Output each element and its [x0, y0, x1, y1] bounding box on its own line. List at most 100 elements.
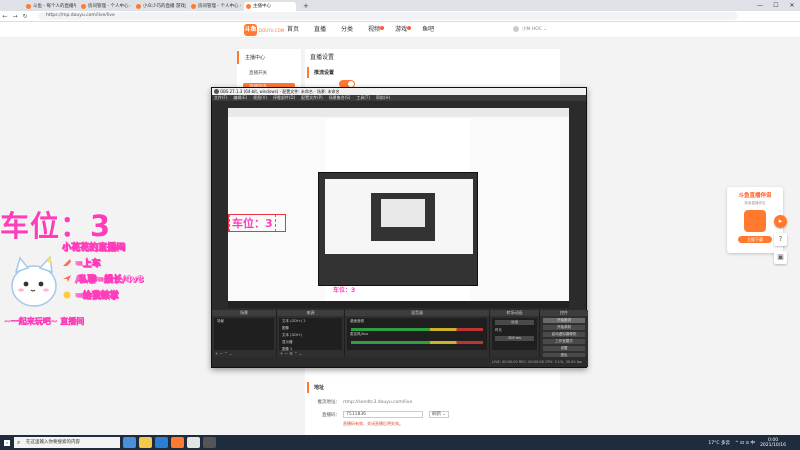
obs-menu-item[interactable]: 场景集合(S) [329, 95, 351, 101]
douyu-icon[interactable] [171, 437, 184, 448]
obs-menu-item[interactable]: 视图(V) [253, 95, 267, 101]
nav-home[interactable]: 首页 [287, 22, 299, 38]
settings-button[interactable]: 设置 [543, 346, 585, 351]
obs-menu-item[interactable]: 文件(F) [214, 95, 227, 101]
code-select[interactable]: 刷新 ⌄ [429, 411, 449, 418]
nav-category[interactable]: 分类 [341, 22, 353, 38]
taskbar-search-input[interactable]: 在这里输入你要搜索的内容 [14, 437, 120, 448]
help-icon[interactable]: ? [774, 233, 787, 246]
source-item[interactable]: 图像 [279, 325, 342, 332]
scene-item[interactable]: 场景 [214, 318, 274, 325]
code-row: 直播码： 7511836 刷新 ⌄ [310, 411, 550, 418]
maximize-button[interactable]: ☐ [768, 0, 784, 11]
address-section: 地址 推流地址： rtmp://sendtc3.douyu.com/live 直… [307, 379, 550, 427]
obs-preview-canvas[interactable]: 车位：3 车位：3 [228, 108, 569, 308]
source-selection-box[interactable] [228, 214, 286, 232]
obs-icon[interactable] [203, 437, 216, 448]
source-item[interactable]: 文本 (GDI+) 2 [279, 318, 342, 325]
nav-game[interactable]: 游戏 [395, 22, 412, 38]
controls-dock: 控件 开始推流 开始录制 启动虚拟摄像机 工作室模式 设置 退出 [540, 310, 588, 358]
obs-menu-item[interactable]: 帮助(H) [376, 95, 390, 101]
scenes-list[interactable]: 场景 [214, 318, 274, 350]
obs-window: OBS 27.1.3 (64-bit, windows) - 配置文件: 未命名… [211, 87, 588, 368]
browser-tab[interactable]: 房间管理 - 个人中心 - 斗鱼 [189, 2, 241, 11]
obs-status-bar: LIVE: 00:00:00 REC: 00:00:00 CPU: 3.1%, … [212, 357, 588, 367]
obs-title-bar[interactable]: OBS 27.1.3 (64-bit, windows) - 配置文件: 未命名… [212, 88, 586, 95]
main-nav: 首页 直播 分类 视频 游戏 鱼吧 [287, 22, 449, 38]
obs-menu-item[interactable]: 编辑(E) [233, 95, 247, 101]
nav-video[interactable]: 视频 [368, 22, 385, 38]
obs-menu-item[interactable]: 配置文件(P) [301, 95, 323, 101]
new-tab-button[interactable]: + [299, 2, 313, 11]
chrome-icon[interactable] [187, 437, 200, 448]
content-heading: 直播设置 [310, 54, 335, 61]
system-tray: 17°C 多云 ^ ⊡ ⊙ 中 0:00 2021/10/16 [703, 435, 786, 450]
transition-panel: 淡出 时长 300 ms [492, 318, 537, 350]
dock-header: 来源 [277, 310, 344, 316]
obs-docks: 场景 场景 + − ⌃ ⌄ 来源 文本 (GDI+) 2 图像 文本 (GDI+… [212, 310, 588, 358]
mixer-panel: 桌面音频 麦克风/Aux [347, 318, 487, 350]
duration-field[interactable]: 300 ms [495, 336, 534, 341]
code-field[interactable]: 7511836 [343, 411, 423, 418]
rtmp-value[interactable]: rtmp://sendtc3.douyu.com/live [343, 400, 412, 405]
browser-tab-active[interactable]: 主播中心 [244, 2, 296, 11]
nested-browser-bar [228, 108, 569, 117]
browser-tab[interactable]: 小众少巧的直播 游戏直播 [134, 2, 186, 11]
dock-footer-buttons[interactable]: + − ⚙ ⌃ ⌄ [280, 351, 302, 356]
logo-mark: 斗鱼 [244, 24, 257, 36]
nav-live[interactable]: 直播 [314, 22, 326, 38]
nested-preview-2 [371, 193, 435, 241]
section-address: 地址 [307, 382, 550, 393]
warning-text: 直播码有效，关闭直播后将失效。 [343, 421, 403, 426]
dock-header: 混音器 [345, 310, 489, 316]
sources-dock: 来源 文本 (GDI+) 2 图像 文本 (GDI+) 显示器 图像 2 + −… [277, 310, 345, 358]
volume-meter[interactable] [351, 341, 483, 344]
overlay-lines: 小花花的直播间 =上车 /私聊=舰长/4v8 =给我鼓掌 [62, 240, 144, 304]
edge-icon[interactable] [155, 437, 168, 448]
transition-select[interactable]: 淡出 [495, 320, 534, 325]
browser-tab[interactable]: 房间管理 - 个人中心 - 斗鱼 [79, 2, 131, 11]
overlay-title: 车位：3 [0, 209, 112, 243]
overlay-bottom-text: ~一起来玩吧~ 直播间 [4, 317, 85, 327]
play-icon[interactable]: ▸ [774, 215, 787, 228]
windows-taskbar: 在这里输入你要搜索的内容 17°C 多云 ^ ⊡ ⊙ 中 0:00 2021/1… [0, 435, 800, 450]
url-input[interactable]: https://mp.douyu.com/live/live [38, 12, 738, 20]
nested-preview: 车位：3 [325, 179, 473, 294]
sidebar-item[interactable]: 直播开关 [243, 69, 295, 78]
source-item[interactable]: 文本 (GDI+) [279, 332, 342, 339]
avatar [513, 26, 519, 32]
weather-widget[interactable]: 17°C 多云 [708, 440, 730, 446]
cat-mascot-icon [11, 255, 57, 307]
nested-taskbar [228, 301, 569, 308]
start-recording-button[interactable]: 开始录制 [543, 325, 585, 330]
start-button[interactable] [0, 435, 14, 450]
tray-icons[interactable]: ^ ⊡ ⊙ 中 [735, 440, 755, 446]
user-menu[interactable]: 小M.HOC ⌄ [513, 26, 547, 32]
start-streaming-button[interactable]: 开始推流 [543, 318, 585, 323]
reload-icon[interactable]: ↻ [20, 13, 30, 20]
obs-menu-item[interactable]: 停靠部件(D) [273, 95, 295, 101]
file-explorer-icon[interactable] [139, 437, 152, 448]
close-button[interactable]: ✕ [784, 0, 800, 11]
clap-icon [62, 290, 72, 299]
site-logo[interactable]: 斗鱼 DOUYU.COM [244, 24, 284, 36]
dock-footer-buttons[interactable]: + − ⌃ ⌄ [215, 351, 232, 356]
back-icon[interactable]: ← [0, 13, 10, 20]
promo-download-button[interactable]: 立即下载 [738, 236, 772, 243]
obs-menu-item[interactable]: 工具(T) [356, 95, 370, 101]
dock-header: 控件 [540, 310, 588, 316]
sources-list[interactable]: 文本 (GDI+) 2 图像 文本 (GDI+) 显示器 图像 2 [279, 318, 342, 351]
forward-icon[interactable]: → [10, 13, 20, 20]
logo-subtext: DOUYU.COM [259, 27, 285, 33]
nav-yuba[interactable]: 鱼吧 [422, 22, 434, 38]
clock[interactable]: 0:00 2021/10/16 [760, 438, 786, 448]
gift-icon[interactable]: ▣ [774, 251, 787, 264]
browser-tab[interactable]: 斗鱼 - 每个人的直播平台 [24, 2, 76, 11]
source-item[interactable]: 显示器 [279, 339, 342, 346]
studio-mode-button[interactable]: 工作室模式 [543, 339, 585, 344]
virtual-camera-button[interactable]: 启动虚拟摄像机 [543, 332, 585, 337]
site-header: 斗鱼 DOUYU.COM 首页 直播 分类 视频 游戏 鱼吧 小M.HOC ⌄ [0, 22, 800, 38]
dock-header: 场景 [212, 310, 276, 316]
task-view-icon[interactable] [123, 437, 136, 448]
minimize-button[interactable]: — [752, 0, 768, 11]
